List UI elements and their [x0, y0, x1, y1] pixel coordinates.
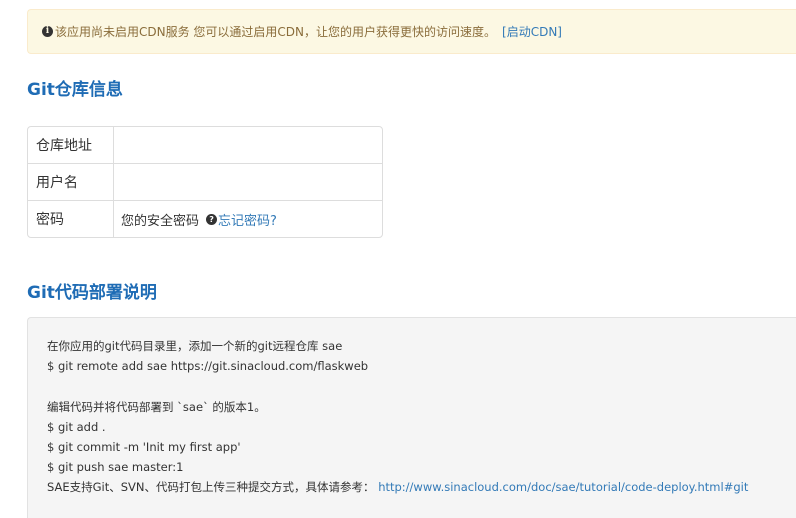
repo-url-label: 仓库地址: [28, 127, 114, 163]
password-row: 密码 您的安全密码 ? 忘记密码?: [28, 200, 382, 237]
repo-info-title: Git仓库信息: [27, 80, 123, 100]
code-line: $ git commit -m 'Init my first app': [47, 440, 241, 454]
username-label: 用户名: [28, 164, 114, 200]
question-circle-icon: ?: [206, 213, 218, 225]
code-line: 编辑代码并将代码部署到 `sae` 的版本1。: [47, 400, 266, 414]
cdn-alert: i 该应用尚未启用CDN服务 您可以通过启用CDN，让您的用户获得更快的访问速度…: [27, 9, 796, 54]
forgot-password-link[interactable]: 忘记密码?: [218, 210, 277, 229]
info-circle-icon: i: [42, 26, 53, 37]
password-value-cell: 您的安全密码 ? 忘记密码?: [114, 201, 382, 237]
username-row: 用户名: [28, 163, 382, 200]
password-label: 密码: [28, 201, 114, 237]
page: i 该应用尚未启用CDN服务 您可以通过启用CDN，让您的用户获得更快的访问速度…: [0, 0, 796, 518]
code-line: $ git push sae master:1: [47, 460, 184, 474]
repo-info-table: 仓库地址 用户名 密码 您的安全密码 ? 忘记密码?: [27, 126, 383, 238]
reference-line: SAE支持Git、SVN、代码打包上传三种提交方式，具体请参考： http://…: [47, 477, 796, 497]
username-value: [114, 164, 382, 200]
deploy-doc-link[interactable]: http://www.sinacloud.com/doc/sae/tutoria…: [378, 480, 748, 494]
code-line: $ git add .: [47, 420, 106, 434]
code-line: 在你应用的git代码目录里，添加一个新的git远程仓库 sae: [47, 339, 343, 353]
code-line: $ git remote add sae https://git.sinaclo…: [47, 359, 369, 373]
repo-url-value: [114, 127, 382, 163]
reference-text: SAE支持Git、SVN、代码打包上传三种提交方式，具体请参考：: [47, 480, 375, 494]
code-spacer: [47, 376, 796, 397]
enable-cdn-link[interactable]: [启动CDN]: [502, 23, 562, 40]
deploy-guide-title: Git代码部署说明: [27, 283, 157, 303]
repo-url-row: 仓库地址: [28, 127, 382, 163]
password-value: 您的安全密码: [121, 213, 200, 229]
deploy-guide-code: 在你应用的git代码目录里，添加一个新的git远程仓库 sae $ git re…: [27, 317, 796, 518]
cdn-alert-message: 该应用尚未启用CDN服务 您可以通过启用CDN，让您的用户获得更快的访问速度。: [55, 25, 497, 39]
